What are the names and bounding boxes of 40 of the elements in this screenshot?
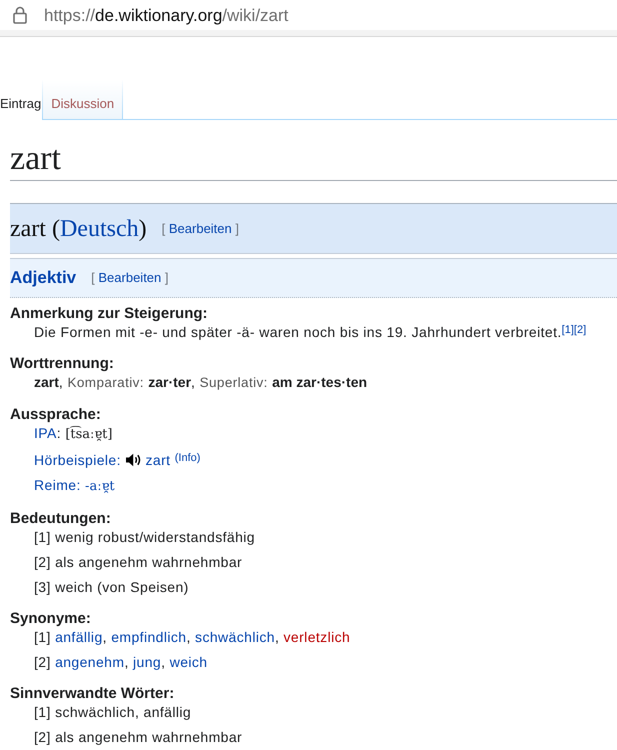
section-heading: Worttrennung: — [10, 355, 114, 373]
word-link[interactable]: empfindlich — [111, 629, 186, 645]
info-link[interactable]: (Info) — [174, 452, 200, 464]
section-heading: Aussprache: — [10, 406, 101, 424]
word-link[interactable]: jung — [133, 654, 162, 670]
entry-line: [3] weich (von Speisen) — [34, 578, 189, 596]
section-heading: Synonyme: — [10, 610, 91, 628]
section-heading: Bedeutungen: — [10, 510, 111, 528]
word-link[interactable]: weich — [170, 654, 208, 670]
entry-line: [2] als angenehm wahrnehmbar — [34, 553, 242, 571]
language-link[interactable]: Deutsch — [60, 216, 139, 242]
entry-line: [1] schwächlich, anfällig — [34, 703, 192, 721]
footnote-link[interactable]: [2] — [574, 324, 586, 336]
word-link[interactable]: schwächlich — [195, 629, 275, 645]
word-link[interactable]: IPA — [34, 425, 57, 441]
word-link[interactable]: Reime: — [34, 477, 81, 493]
entry-line: [1] wenig robust/widerstandsfähig — [34, 528, 255, 546]
word-link[interactable]: zart — [146, 452, 170, 468]
entry-line: zart, Komparativ: zar·ter, Superlativ: am zar·tes·ten — [34, 373, 368, 392]
entry-line: [1] anfällig, empfindlich, schwächlich, verletzlich — [34, 628, 350, 646]
rhyme-link[interactable]: -aːɐ̯t — [85, 479, 115, 494]
entry-line: [2] angenehm, jung, weich — [34, 653, 208, 671]
tab[interactable]: Diskussion — [42, 80, 124, 120]
word-link[interactable]: Hörbeispiele: — [34, 452, 121, 468]
word-link[interactable]: angenehm — [55, 654, 124, 670]
entry-line: [2] als angenehm wahrnehmbar — [34, 728, 242, 746]
word-link[interactable]: verletzlich — [284, 629, 350, 645]
language-heading: zart (Deutsch) — [10, 214, 147, 242]
speaker-icon[interactable] — [125, 453, 142, 467]
url-field[interactable]: https://de.wiktionary.org/wiki/zart — [44, 4, 288, 26]
edit-link[interactable]: [ Bearbeiten ] — [91, 270, 169, 286]
section-heading: Sinnverwandte Wörter: — [10, 685, 174, 703]
entry-line: IPA: [t͡saːɐ̯t] — [34, 424, 112, 444]
edit-link[interactable]: [ Bearbeiten ] — [162, 220, 240, 236]
section-heading: Anmerkung zur Steigerung: — [10, 305, 208, 323]
word-class-link[interactable]: Adjektiv — [10, 267, 76, 289]
page-title: zart — [10, 141, 61, 177]
lock-icon — [13, 6, 27, 24]
footnote-link[interactable]: [1] — [562, 324, 574, 336]
word-link[interactable]: anfällig — [55, 629, 103, 645]
